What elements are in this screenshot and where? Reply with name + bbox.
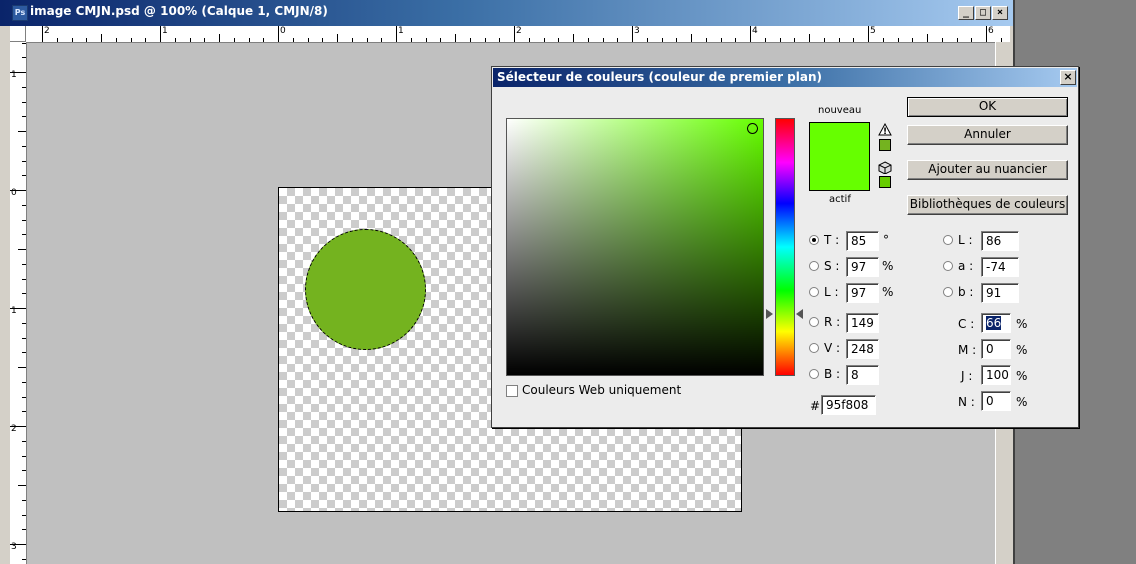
ruler-label: 0 [11,188,17,198]
saturation-label: S : [824,259,840,273]
hue-radio[interactable] [809,235,819,245]
close-button[interactable]: × [992,6,1008,20]
magenta-unit: % [1016,343,1028,357]
color-libraries-button[interactable]: Bibliothèques de couleurs [907,195,1068,215]
vertical-ruler-ticks [10,43,26,560]
web-safe-cube-icon[interactable] [878,161,892,174]
dialog-title: Sélecteur de couleurs (couleur de premie… [497,70,823,84]
lab-a-radio[interactable] [943,261,953,271]
maximize-button[interactable]: □ [975,6,991,20]
document-titlebar[interactable]: Ps image CMJN.psd @ 100% (Calque 1, CMJN… [0,0,1013,26]
document-title: image CMJN.psd @ 100% (Calque 1, CMJN/8) [30,4,328,18]
web-colors-only-label: Couleurs Web uniquement [522,383,682,397]
lab-l-input[interactable]: 86 [981,231,1019,251]
ruler-label: 0 [280,26,286,36]
gamut-correction-swatch[interactable] [879,139,891,151]
dialog-close-button[interactable]: × [1060,70,1076,85]
cyan-input[interactable]: 66 [981,313,1011,333]
cancel-button[interactable]: Annuler [907,125,1068,145]
hue-slider[interactable] [775,118,795,376]
ruler-label: 6 [988,26,994,36]
ruler-label: 1 [11,306,17,316]
horizontal-ruler[interactable]: 2 1 0 1 2 3 4 5 6 [10,26,1010,43]
color-preview [809,122,870,191]
green-label: V : [824,341,841,355]
brightness-input[interactable]: 97 [846,283,879,303]
ruler-label: 2 [516,26,522,36]
vertical-ruler[interactable]: 1 0 1 2 3 [10,42,27,564]
new-color-swatch [810,123,869,157]
ruler-label: 2 [11,424,17,434]
add-to-swatches-button[interactable]: Ajouter au nuancier [907,160,1068,180]
blue-label: B : [824,367,841,381]
lab-b-input[interactable]: 91 [981,283,1019,303]
hue-slider-right-arrow-icon[interactable] [796,309,803,319]
black-input[interactable]: 0 [981,391,1011,411]
out-of-gamut-warning-icon[interactable]: ! [878,123,892,136]
ruler-label: 1 [398,26,404,36]
lab-b-label: b : [958,285,974,299]
magenta-input[interactable]: 0 [981,339,1011,359]
yellow-label: J : [961,369,973,383]
yellow-input[interactable]: 100 [981,365,1011,385]
red-radio[interactable] [809,317,819,327]
yellow-unit: % [1016,369,1028,383]
window-left-edge [0,26,10,564]
ruler-label: 1 [11,70,17,80]
cyan-input-selected-text: 66 [986,316,1002,330]
color-field-picker-ring[interactable] [747,123,758,134]
cyan-unit: % [1016,317,1028,331]
web-colors-only-checkbox[interactable] [506,385,518,397]
hex-input[interactable]: 95f808 [821,395,876,415]
color-field[interactable] [506,118,764,376]
cyan-label: C : [958,317,975,331]
ruler-label: 2 [44,26,50,36]
dialog-titlebar[interactable]: Sélecteur de couleurs (couleur de premie… [493,68,1077,87]
green-circle-selection[interactable] [305,229,426,350]
red-label: R : [824,315,841,329]
current-color-swatch[interactable] [810,157,869,190]
hue-input[interactable]: 85 [846,231,879,251]
brightness-label: L : [824,285,839,299]
green-radio[interactable] [809,343,819,353]
minimize-button[interactable]: _ [958,6,974,20]
ok-button[interactable]: OK [907,97,1068,117]
lab-a-label: a : [958,259,974,273]
saturation-radio[interactable] [809,261,819,271]
brightness-unit: % [882,285,894,299]
new-color-label: nouveau [818,105,862,116]
saturation-input[interactable]: 97 [846,257,879,277]
current-color-label: actif [829,194,851,205]
magenta-label: M : [958,343,977,357]
web-safe-swatch[interactable] [879,176,891,188]
ruler-origin[interactable] [10,26,26,42]
svg-text:!: ! [883,127,887,136]
ruler-label: 3 [11,542,17,552]
blue-input[interactable]: 8 [846,365,879,385]
lab-l-label: L : [958,233,973,247]
lab-l-radio[interactable] [943,235,953,245]
ruler-label: 4 [752,26,758,36]
lab-b-radio[interactable] [943,287,953,297]
hue-unit: ° [883,233,889,247]
ruler-label: 3 [634,26,640,36]
red-input[interactable]: 149 [846,313,879,333]
horizontal-ruler-ticks [42,26,1002,42]
lab-a-input[interactable]: -74 [981,257,1019,277]
black-unit: % [1016,395,1028,409]
green-input[interactable]: 248 [846,339,879,359]
hue-slider-left-arrow-icon[interactable] [766,309,773,319]
photoshop-file-icon[interactable]: Ps [12,5,28,21]
blue-radio[interactable] [809,369,819,379]
saturation-unit: % [882,259,894,273]
color-picker-dialog: Sélecteur de couleurs (couleur de premie… [491,66,1079,428]
hex-label: # [810,399,821,413]
ruler-label: 1 [162,26,168,36]
ruler-label: 5 [870,26,876,36]
brightness-radio[interactable] [809,287,819,297]
black-label: N : [958,395,975,409]
hue-label: T : [824,233,840,247]
